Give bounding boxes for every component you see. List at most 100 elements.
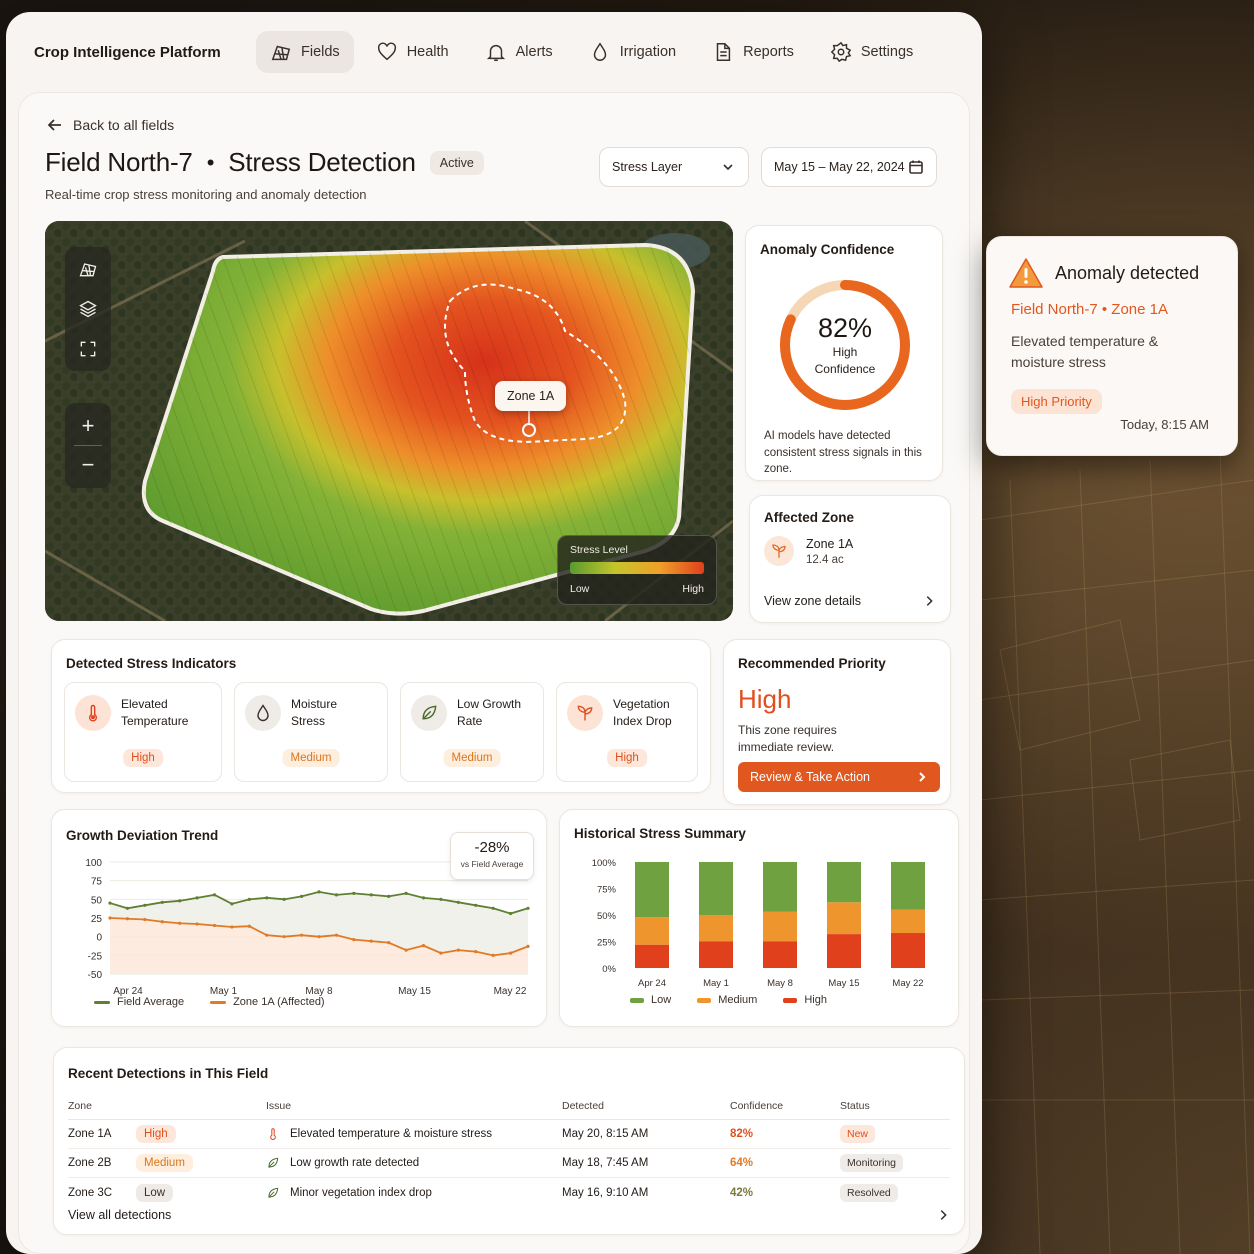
indicator-growth[interactable]: Low Growth Rate Medium bbox=[400, 682, 544, 782]
nav-irrigation[interactable]: Irrigation bbox=[575, 31, 690, 73]
back-link[interactable]: Back to all fields bbox=[47, 117, 174, 133]
x-tick-label: May 8 bbox=[767, 978, 793, 989]
indicator-temperature[interactable]: Elevated Temperature High bbox=[64, 682, 222, 782]
legend-label: Low bbox=[651, 994, 672, 1006]
confidence-percent: 82% bbox=[817, 312, 873, 343]
stress-legend-gradient bbox=[570, 562, 704, 574]
confidence-donut: 82% High Confidence bbox=[776, 276, 914, 414]
indicator-label-line: Stress bbox=[291, 714, 326, 728]
review-action-label: Review & Take Action bbox=[750, 770, 870, 784]
indicator-moisture[interactable]: Moisture Stress Medium bbox=[234, 682, 388, 782]
review-action-button[interactable]: Review & Take Action bbox=[738, 762, 940, 792]
data-point bbox=[299, 933, 304, 937]
legend-item-low: Low bbox=[630, 994, 671, 1006]
data-point bbox=[491, 906, 495, 910]
date-range-value: May 15 – May 22, 2024 bbox=[774, 160, 905, 174]
nav-settings[interactable]: Settings bbox=[816, 31, 927, 73]
row-detected: May 16, 9:10 AM bbox=[562, 1186, 649, 1199]
legend-swatch bbox=[630, 997, 644, 1003]
zoom-out-button[interactable]: − bbox=[70, 446, 106, 484]
column-detected: Detected bbox=[562, 1099, 605, 1112]
indicator-vegetation[interactable]: Vegetation Index Drop High bbox=[556, 682, 698, 782]
y-tick-label: 75 bbox=[91, 877, 103, 888]
bar-segment-medium bbox=[699, 915, 733, 942]
alert-title: Anomaly detected bbox=[1055, 262, 1200, 283]
bar-segment-high bbox=[763, 941, 797, 968]
row-zone: Zone 3C bbox=[68, 1186, 113, 1199]
bar-segment-low bbox=[699, 862, 733, 915]
legend-item-field-average: Field Average bbox=[94, 996, 184, 1008]
data-point bbox=[212, 923, 217, 928]
data-point bbox=[491, 953, 495, 957]
map-fullscreen-tool[interactable] bbox=[70, 333, 106, 365]
layers-icon bbox=[79, 300, 97, 318]
view-zone-details-link[interactable]: View zone details bbox=[764, 594, 936, 608]
row-confidence: 82% bbox=[730, 1128, 754, 1140]
legend-label: Medium bbox=[718, 994, 758, 1006]
date-range-picker[interactable]: May 15 – May 22, 2024 bbox=[761, 147, 937, 187]
indicator-label-line: Low Growth bbox=[457, 696, 522, 711]
indicator-label-line: Rate bbox=[457, 714, 483, 728]
data-point bbox=[143, 903, 147, 907]
back-link-label: Back to all fields bbox=[73, 117, 175, 133]
view-zone-details-label: View zone details bbox=[764, 594, 862, 608]
confidence-note: AI models have detected consistent stres… bbox=[764, 430, 922, 476]
legend-swatch bbox=[210, 1000, 227, 1004]
table-row[interactable]: Zone 3C Low Minor vegetation index drop … bbox=[68, 1178, 950, 1207]
data-point bbox=[125, 906, 130, 910]
row-zone: Zone 2B bbox=[68, 1157, 112, 1169]
calendar-icon bbox=[909, 160, 923, 174]
indicator-label: Elevated Temperature bbox=[121, 696, 188, 731]
nav-reports-label: Reports bbox=[743, 44, 794, 60]
severity-badge: High bbox=[123, 749, 163, 767]
zone-label[interactable]: Zone 1A bbox=[495, 381, 567, 411]
data-point bbox=[108, 901, 112, 905]
data-point bbox=[404, 948, 408, 952]
deviation-sub: vs Field Average bbox=[460, 859, 524, 869]
bar-segment-low bbox=[891, 862, 925, 910]
data-point bbox=[160, 920, 164, 924]
nav-reports[interactable]: Reports bbox=[698, 31, 808, 73]
data-point bbox=[474, 903, 478, 907]
title-separator: • bbox=[206, 149, 215, 175]
row-issue: Low growth rate detected bbox=[290, 1157, 420, 1169]
data-point bbox=[421, 944, 426, 948]
arrow-left-icon bbox=[47, 119, 61, 131]
map-layers-tool[interactable] bbox=[70, 293, 106, 325]
bar-segment-medium bbox=[763, 911, 797, 942]
data-point bbox=[508, 951, 513, 955]
column-confidence: Confidence bbox=[730, 1099, 784, 1112]
data-point bbox=[369, 939, 373, 943]
table-row[interactable]: Zone 2B Medium Low growth rate detected … bbox=[68, 1149, 950, 1178]
nav-alerts[interactable]: Alerts bbox=[471, 31, 567, 73]
alert-timestamp: Today, 8:15 AM bbox=[1120, 417, 1209, 432]
map-field-tool[interactable] bbox=[70, 253, 106, 285]
severity-badge: Medium bbox=[136, 1154, 193, 1172]
layer-select[interactable]: Stress Layer bbox=[599, 147, 749, 187]
view-all-detections-link[interactable]: View all detections bbox=[68, 1208, 950, 1222]
y-tick-label: 100% bbox=[592, 858, 617, 869]
stress-map[interactable]: + − Zone 1A Stress Level Low High bbox=[45, 221, 733, 621]
x-tick-label: May 15 bbox=[828, 978, 859, 989]
thermometer-icon bbox=[75, 695, 111, 731]
data-point bbox=[474, 950, 478, 954]
thermometer-icon bbox=[270, 1128, 276, 1140]
nav-fields[interactable]: Fields bbox=[256, 31, 354, 73]
severity-badge: Medium bbox=[443, 749, 501, 767]
legend-item-medium: Medium bbox=[697, 994, 757, 1006]
nav-health[interactable]: Health bbox=[362, 31, 463, 73]
recent-detections-title: Recent Detections in This Field bbox=[68, 1066, 269, 1081]
data-point bbox=[195, 896, 199, 900]
data-point bbox=[334, 893, 339, 897]
alert-description: Elevated temperature & moisture stress bbox=[1011, 333, 1159, 370]
anomaly-alert-toast[interactable]: Anomaly detected Field North-7 • Zone 1A… bbox=[986, 236, 1238, 456]
data-point bbox=[404, 891, 408, 895]
data-point bbox=[317, 935, 321, 939]
heart-icon bbox=[377, 42, 396, 61]
status-badge: New bbox=[840, 1125, 876, 1143]
nav-irrigation-label: Irrigation bbox=[619, 44, 677, 60]
legend-swatch bbox=[783, 997, 798, 1003]
table-row[interactable]: Zone 1A High Elevated temperature & mois… bbox=[68, 1120, 950, 1149]
data-point bbox=[439, 897, 443, 901]
zoom-in-button[interactable]: + bbox=[70, 407, 106, 445]
